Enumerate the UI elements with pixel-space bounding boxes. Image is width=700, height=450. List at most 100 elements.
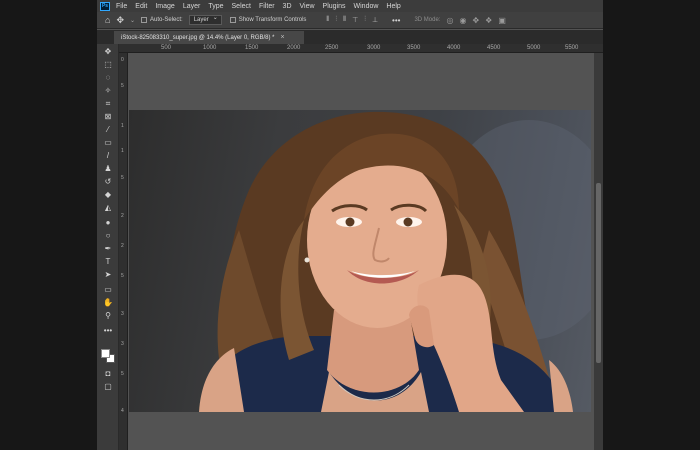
vertical-ruler: 0 5 1 1 5 2 2 5 3 3 5 4 [119, 53, 128, 450]
photoshop-window: Ps File Edit Image Layer Type Select Fil… [97, 0, 603, 450]
ruler-tick-label: 2500 [325, 45, 339, 51]
align-left-icon[interactable]: ⫴ [326, 16, 329, 24]
menu-window[interactable]: Window [354, 3, 379, 10]
menu-file[interactable]: File [116, 3, 127, 10]
dodge-tool-icon[interactable]: ○ [101, 230, 115, 242]
marquee-tool-icon[interactable]: ⬚ [101, 59, 115, 71]
document-tab-bar: iStock-825083310_super.jpg @ 14.4% (Laye… [97, 30, 603, 44]
type-tool-icon[interactable]: T [101, 256, 115, 268]
pen-tool-icon[interactable]: ✒ [101, 243, 115, 255]
hand-tool-icon[interactable]: ✋ [101, 297, 115, 309]
ruler-tick-label: 5500 [565, 45, 579, 51]
screen-mode-icon[interactable]: ▢ [101, 381, 115, 393]
document-canvas[interactable] [128, 53, 594, 450]
3d-mode-label: 3D Mode: [414, 17, 441, 23]
scale-3d-icon[interactable]: ▣ [498, 16, 506, 25]
menu-help[interactable]: Help [386, 3, 400, 10]
ruler-tick-label: 1000 [203, 45, 217, 51]
align-bottom-icon[interactable]: ⊥ [372, 16, 378, 24]
ruler-tick-label: 1500 [245, 45, 259, 51]
portrait-photo[interactable] [129, 110, 591, 412]
lasso-tool-icon[interactable]: ◌ [101, 72, 115, 84]
ruler-tick-label: 5000 [527, 45, 541, 51]
pan-3d-icon[interactable]: ✥ [472, 16, 479, 25]
roll-3d-icon[interactable]: ◉ [459, 16, 466, 25]
menu-type[interactable]: Type [208, 3, 223, 10]
paint-bucket-icon[interactable]: ◭ [101, 202, 115, 214]
orbit-3d-icon[interactable]: ◎ [446, 16, 453, 25]
photoshop-logo-icon: Ps [100, 1, 110, 11]
clone-stamp-icon[interactable]: ♟ [101, 163, 115, 175]
menu-layer[interactable]: Layer [183, 3, 201, 10]
menu-plugins[interactable]: Plugins [323, 3, 346, 10]
auto-select-label: Auto-Select: [150, 17, 183, 23]
right-backdrop [603, 0, 700, 450]
menu-edit[interactable]: Edit [135, 3, 147, 10]
ruler-tick-label: 3 [121, 311, 124, 317]
blur-tool-icon[interactable]: ● [101, 217, 115, 229]
path-select-icon[interactable]: ➤ [101, 269, 115, 281]
menu-bar: Ps File Edit Image Layer Type Select Fil… [97, 0, 603, 12]
vertical-scrollbar[interactable] [594, 53, 603, 450]
tools-panel: ✥ ⬚ ◌ ✧ ⌗ ⊠ ⁄ ▭ / ♟ ↺ ◆ ◭ ● ○ ✒ T ➤ ▭ ✋ … [97, 44, 119, 450]
ruler-tick-label: 1 [121, 123, 124, 129]
ruler-tick-label: 5 [121, 83, 124, 89]
3d-mode-icons: ◎ ◉ ✥ ❖ ▣ [446, 16, 505, 25]
align-buttons: ⫴ ⫶ ⫴ ⊤ ⫶ ⊥ [326, 16, 378, 24]
chevron-down-icon[interactable]: ⌄ [130, 17, 135, 24]
show-transform-label: Show Transform Controls [238, 17, 307, 23]
slide-3d-icon[interactable]: ❖ [485, 16, 492, 25]
align-right-icon[interactable]: ⫴ [343, 16, 346, 24]
ruler-tick-label: 2 [121, 213, 124, 219]
ruler-tick-label: 2 [121, 243, 124, 249]
ruler-tick-label: 0 [121, 57, 124, 63]
rectangle-tool-icon[interactable]: ▭ [101, 284, 115, 296]
align-center-icon[interactable]: ⫶ [335, 16, 337, 24]
portrait-illustration [199, 111, 591, 412]
menu-filter[interactable]: Filter [259, 3, 275, 10]
more-options-button[interactable]: ••• [392, 16, 400, 25]
menu-view[interactable]: View [300, 3, 315, 10]
history-brush-icon[interactable]: ↺ [101, 176, 115, 188]
ruler-tick-label: 2000 [287, 45, 301, 51]
ruler-tick-label: 4500 [487, 45, 501, 51]
auto-select-checkbox[interactable] [141, 17, 148, 23]
show-transform-checkbox[interactable] [229, 17, 236, 23]
ruler-tick-label: 4000 [447, 45, 461, 51]
ruler-tick-label: 1 [121, 148, 124, 154]
eyedropper-icon[interactable]: ⁄ [101, 124, 115, 136]
foreground-color-swatch[interactable] [101, 349, 110, 358]
healing-brush-icon[interactable]: ▭ [101, 137, 115, 149]
align-middle-icon[interactable]: ⫶ [364, 16, 366, 24]
ruler-tick-label: 500 [161, 45, 172, 51]
menu-select[interactable]: Select [232, 3, 251, 10]
ruler-tick-label: 5 [121, 175, 124, 181]
ruler-tick-label: 3 [121, 341, 124, 347]
scroll-thumb[interactable] [596, 183, 601, 363]
horizontal-ruler: 500 1000 1500 2000 2500 3000 3500 4000 4… [119, 44, 603, 53]
zoom-tool-icon[interactable]: ⚲ [101, 310, 115, 322]
ruler-tick-label: 5 [121, 273, 124, 279]
frame-tool-icon[interactable]: ⊠ [101, 111, 115, 123]
align-top-icon[interactable]: ⊤ [352, 16, 358, 24]
move-tool-icon[interactable]: ✥ [101, 46, 115, 58]
move-tool-preset-icon[interactable]: ✥ [116, 15, 124, 26]
magic-wand-icon[interactable]: ✧ [101, 85, 115, 97]
close-tab-icon[interactable]: × [281, 34, 285, 41]
quick-mask-icon[interactable]: ◘ [101, 368, 115, 380]
ruler-tick-label: 5 [121, 371, 124, 377]
crop-tool-icon[interactable]: ⌗ [101, 98, 115, 110]
menu-3d[interactable]: 3D [283, 3, 292, 10]
home-icon[interactable]: ⌂ [105, 15, 110, 25]
ruler-tick-label: 3000 [367, 45, 381, 51]
document-tab[interactable]: iStock-825083310_super.jpg @ 14.4% (Laye… [114, 31, 304, 44]
menu-image[interactable]: Image [155, 3, 174, 10]
left-backdrop [0, 0, 97, 450]
document-tab-title: iStock-825083310_super.jpg @ 14.4% (Laye… [121, 34, 275, 41]
more-tools-icon[interactable]: ••• [101, 325, 115, 337]
ruler-tick-label: 4 [121, 408, 124, 414]
brush-tool-icon[interactable]: / [101, 150, 115, 162]
ruler-tick-label: 3500 [407, 45, 421, 51]
auto-select-dropdown[interactable]: Layer [188, 14, 222, 25]
eraser-icon[interactable]: ◆ [101, 189, 115, 201]
